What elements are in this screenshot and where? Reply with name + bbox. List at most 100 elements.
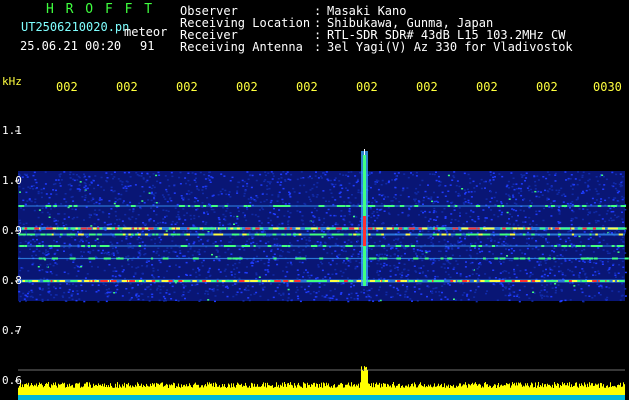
noise-speckle <box>322 231 325 233</box>
noise-speckle <box>168 293 171 295</box>
level-bar <box>142 387 143 395</box>
level-bar <box>457 386 458 395</box>
level-bar <box>64 382 65 395</box>
noise-speckle <box>245 287 247 289</box>
carrier-highlight <box>462 280 468 282</box>
noise-speckle <box>269 211 272 214</box>
noise-speckle <box>563 247 566 249</box>
noise-speckle <box>141 200 144 202</box>
level-bar <box>448 384 449 395</box>
level-bar <box>562 382 563 395</box>
noise-speckle <box>284 180 287 182</box>
noise-speckle <box>434 291 437 293</box>
noise-speckle <box>475 185 478 187</box>
noise-speckle <box>404 247 407 249</box>
noise-speckle <box>152 184 154 187</box>
noise-speckle <box>309 293 312 295</box>
noise-speckle <box>438 241 441 243</box>
noise-speckle <box>76 290 79 292</box>
noise-speckle <box>289 179 292 181</box>
carrier-highlight <box>383 205 390 207</box>
noise-speckle <box>551 269 554 271</box>
noise-speckle <box>495 191 497 194</box>
noise-speckle <box>212 242 215 245</box>
level-bar <box>90 384 91 395</box>
noise-speckle <box>231 239 234 241</box>
noise-speckle <box>477 238 480 240</box>
carrier-highlight <box>295 257 301 260</box>
level-bar <box>591 383 592 395</box>
noise-speckle <box>307 274 310 277</box>
carrier-highlight <box>422 227 428 230</box>
level-bar <box>255 386 256 395</box>
noise-speckle <box>376 262 379 265</box>
noise-speckle <box>177 211 180 213</box>
level-bar <box>440 385 441 395</box>
noise-speckle <box>317 290 320 293</box>
carrier-highlight <box>141 227 145 230</box>
noise-speckle <box>342 271 345 274</box>
carrier-highlight <box>470 245 476 247</box>
level-bar <box>566 385 567 395</box>
level-bar <box>30 385 31 395</box>
level-bar <box>618 384 619 395</box>
level-bar <box>182 386 183 395</box>
noise-speckle <box>276 248 279 250</box>
noise-speckle <box>471 268 474 271</box>
level-bar <box>105 387 106 395</box>
noise-speckle <box>509 213 512 215</box>
noise-speckle <box>45 193 48 195</box>
noise-speckle <box>480 178 483 181</box>
noise-speckle <box>247 289 250 291</box>
noise-speckle <box>375 294 378 297</box>
noise-speckle <box>561 249 564 251</box>
noise-speckle <box>224 215 227 218</box>
noise-speckle <box>582 300 584 302</box>
noise-speckle <box>433 173 436 176</box>
noise-speckle <box>58 213 61 215</box>
noise-speckle <box>400 276 403 279</box>
noise-speckle <box>343 219 346 222</box>
noise-speckle <box>336 255 338 258</box>
noise-speckle <box>135 267 138 269</box>
noise-speckle <box>461 294 464 296</box>
noise-speckle <box>168 185 171 187</box>
carrier-highlight <box>57 227 64 230</box>
carrier-highlight <box>129 280 135 282</box>
noise-speckle <box>144 253 147 255</box>
noise-speckle <box>233 268 236 270</box>
level-bar <box>165 385 166 395</box>
carrier-highlight <box>367 227 373 230</box>
level-bar <box>386 386 387 395</box>
noise-speckle <box>80 238 83 241</box>
noise-speckle <box>153 277 156 279</box>
noise-speckle <box>287 210 289 213</box>
noise-speckle <box>558 222 561 224</box>
carrier-highlight <box>547 233 550 236</box>
noise-speckle <box>348 182 351 185</box>
level-bar <box>402 385 403 395</box>
noise-speckle <box>39 225 42 227</box>
level-bar <box>474 383 475 395</box>
noise-speckle <box>284 275 287 278</box>
noise-speckle <box>350 292 353 295</box>
noise-speckle <box>152 270 155 272</box>
noise-speckle <box>490 218 493 221</box>
noise-speckle <box>494 176 496 178</box>
noise-speckle <box>269 181 272 183</box>
level-bar <box>421 385 422 395</box>
noise-speckle <box>570 174 573 176</box>
noise-speckle <box>322 190 325 192</box>
noise-speckle <box>369 208 372 210</box>
noise-speckle <box>236 267 239 269</box>
level-bar <box>214 387 215 395</box>
noise-speckle <box>77 270 80 272</box>
noise-speckle <box>85 188 88 190</box>
noise-speckle <box>130 297 133 299</box>
noise-speckle <box>620 181 623 184</box>
level-bar <box>549 384 550 395</box>
level-bar <box>425 387 426 395</box>
noise-speckle <box>604 199 607 202</box>
carrier-highlight <box>455 233 462 236</box>
noise-speckle <box>581 291 584 294</box>
